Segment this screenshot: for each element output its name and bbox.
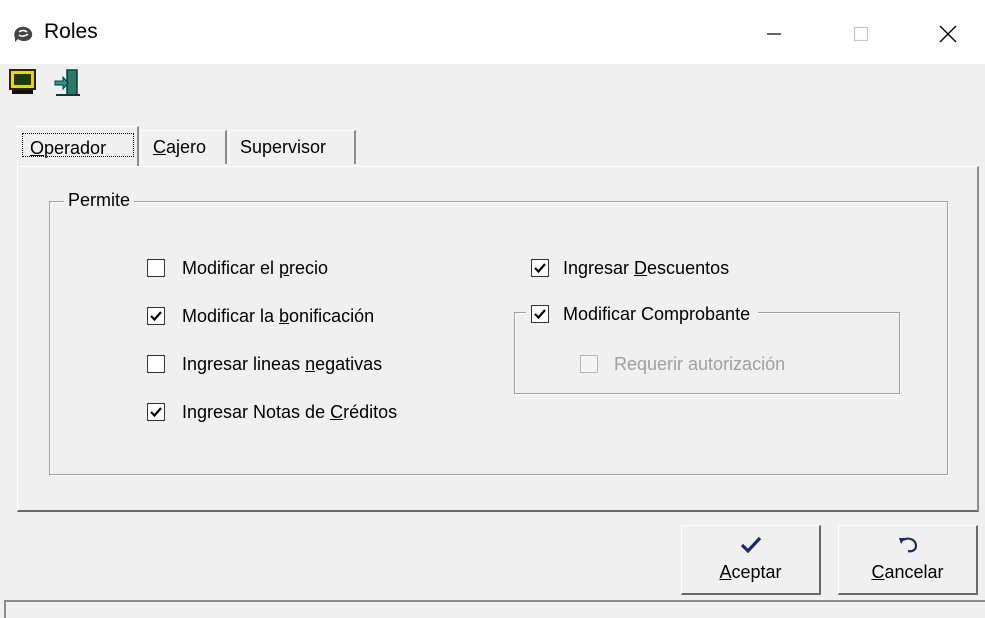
close-button[interactable] — [925, 12, 971, 56]
checkmark-icon — [740, 534, 762, 556]
tab-operador-label: perador — [44, 138, 107, 158]
tab-cajero-accesskey: C — [153, 137, 166, 157]
minimize-icon — [767, 33, 781, 35]
undo-arrow-icon — [896, 534, 920, 556]
checkbox-notas-credito[interactable]: Ingresar Notas de Créditos — [147, 399, 397, 425]
checkbox-modificar-bonificacion[interactable]: Modificar la bonificación — [147, 303, 374, 329]
check-mark-icon — [534, 263, 546, 274]
checkbox-label: Ingresar Notas de Créditos — [182, 401, 398, 422]
tab-operador-accesskey: O — [30, 138, 45, 158]
accept-label: Aceptar — [719, 562, 782, 582]
title-bar: Roles — [0, 0, 985, 64]
checkbox-box[interactable] — [147, 403, 165, 421]
tab-operador[interactable]: Operador — [17, 126, 139, 166]
window-title: Roles — [44, 20, 98, 43]
checkbox-modificar-precio[interactable]: Modificar el precio — [147, 255, 328, 281]
checkbox-box[interactable] — [531, 259, 549, 277]
checkbox-requerir-autorizacion: Requerir autorización — [580, 351, 785, 377]
minimize-button[interactable] — [751, 12, 797, 56]
maximize-icon — [853, 26, 869, 42]
accept-button[interactable]: Aceptar — [681, 525, 821, 595]
groupbox-legend: Permite — [64, 190, 135, 211]
checkbox-modificar-comprobante[interactable]: Modificar Comprobante — [526, 301, 759, 327]
check-mark-icon — [150, 311, 162, 322]
check-mark-icon — [150, 407, 162, 418]
checkbox-lineas-negativas[interactable]: Ingresar lineas negativas — [147, 351, 382, 377]
app-icon[interactable] — [12, 24, 34, 44]
checkbox-box[interactable] — [147, 307, 165, 325]
checkbox-ingresar-descuentos[interactable]: Ingresar Descuentos — [531, 255, 729, 281]
checkbox-label: Modificar el precio — [182, 257, 329, 278]
tab-supervisor[interactable]: Supervisor — [229, 130, 356, 164]
cancel-button[interactable]: Cancelar — [838, 525, 978, 595]
exit-door-icon[interactable] — [53, 68, 83, 98]
maximize-button[interactable] — [838, 12, 884, 56]
checkbox-label: Requerir autorización — [614, 353, 786, 374]
check-mark-icon — [534, 309, 546, 320]
toolbar — [0, 64, 985, 102]
checkbox-label: Ingresar Descuentos — [563, 257, 730, 278]
checkbox-box[interactable] — [147, 355, 165, 373]
close-icon — [939, 25, 957, 43]
tab-cajero[interactable]: Cajero — [141, 130, 227, 164]
monitor-icon[interactable] — [9, 68, 39, 98]
checkbox-box[interactable] — [147, 259, 165, 277]
cancel-label: Cancelar — [871, 562, 944, 582]
checkbox-label: Ingresar lineas negativas — [182, 353, 383, 374]
checkbox-label: Modificar la bonificación — [182, 305, 375, 326]
tab-supervisor-label: Supervisor — [240, 137, 327, 157]
checkbox-box — [580, 355, 598, 373]
checkbox-box[interactable] — [531, 305, 549, 323]
tab-cajero-label: ajero — [166, 137, 207, 157]
status-bar — [4, 600, 985, 618]
checkbox-label: Modificar Comprobante — [563, 303, 751, 324]
